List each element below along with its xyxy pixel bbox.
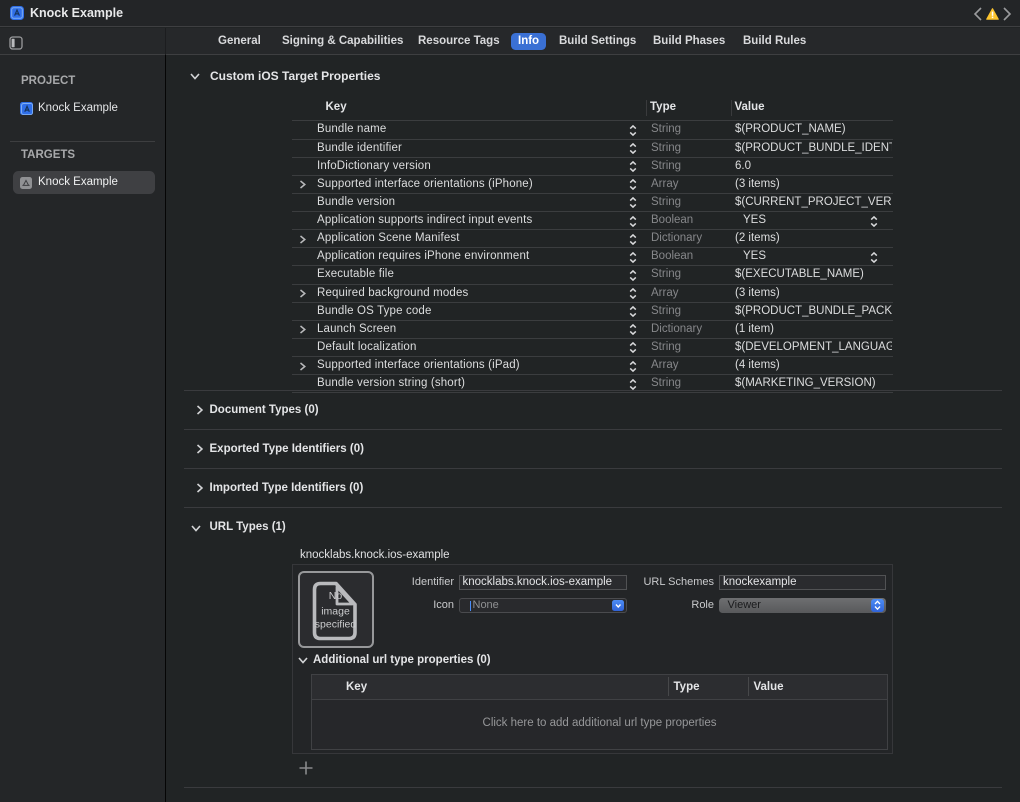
svg-text:No: No — [328, 590, 342, 602]
svg-text:image: image — [321, 605, 350, 617]
svg-text:specified: specified — [314, 618, 356, 630]
